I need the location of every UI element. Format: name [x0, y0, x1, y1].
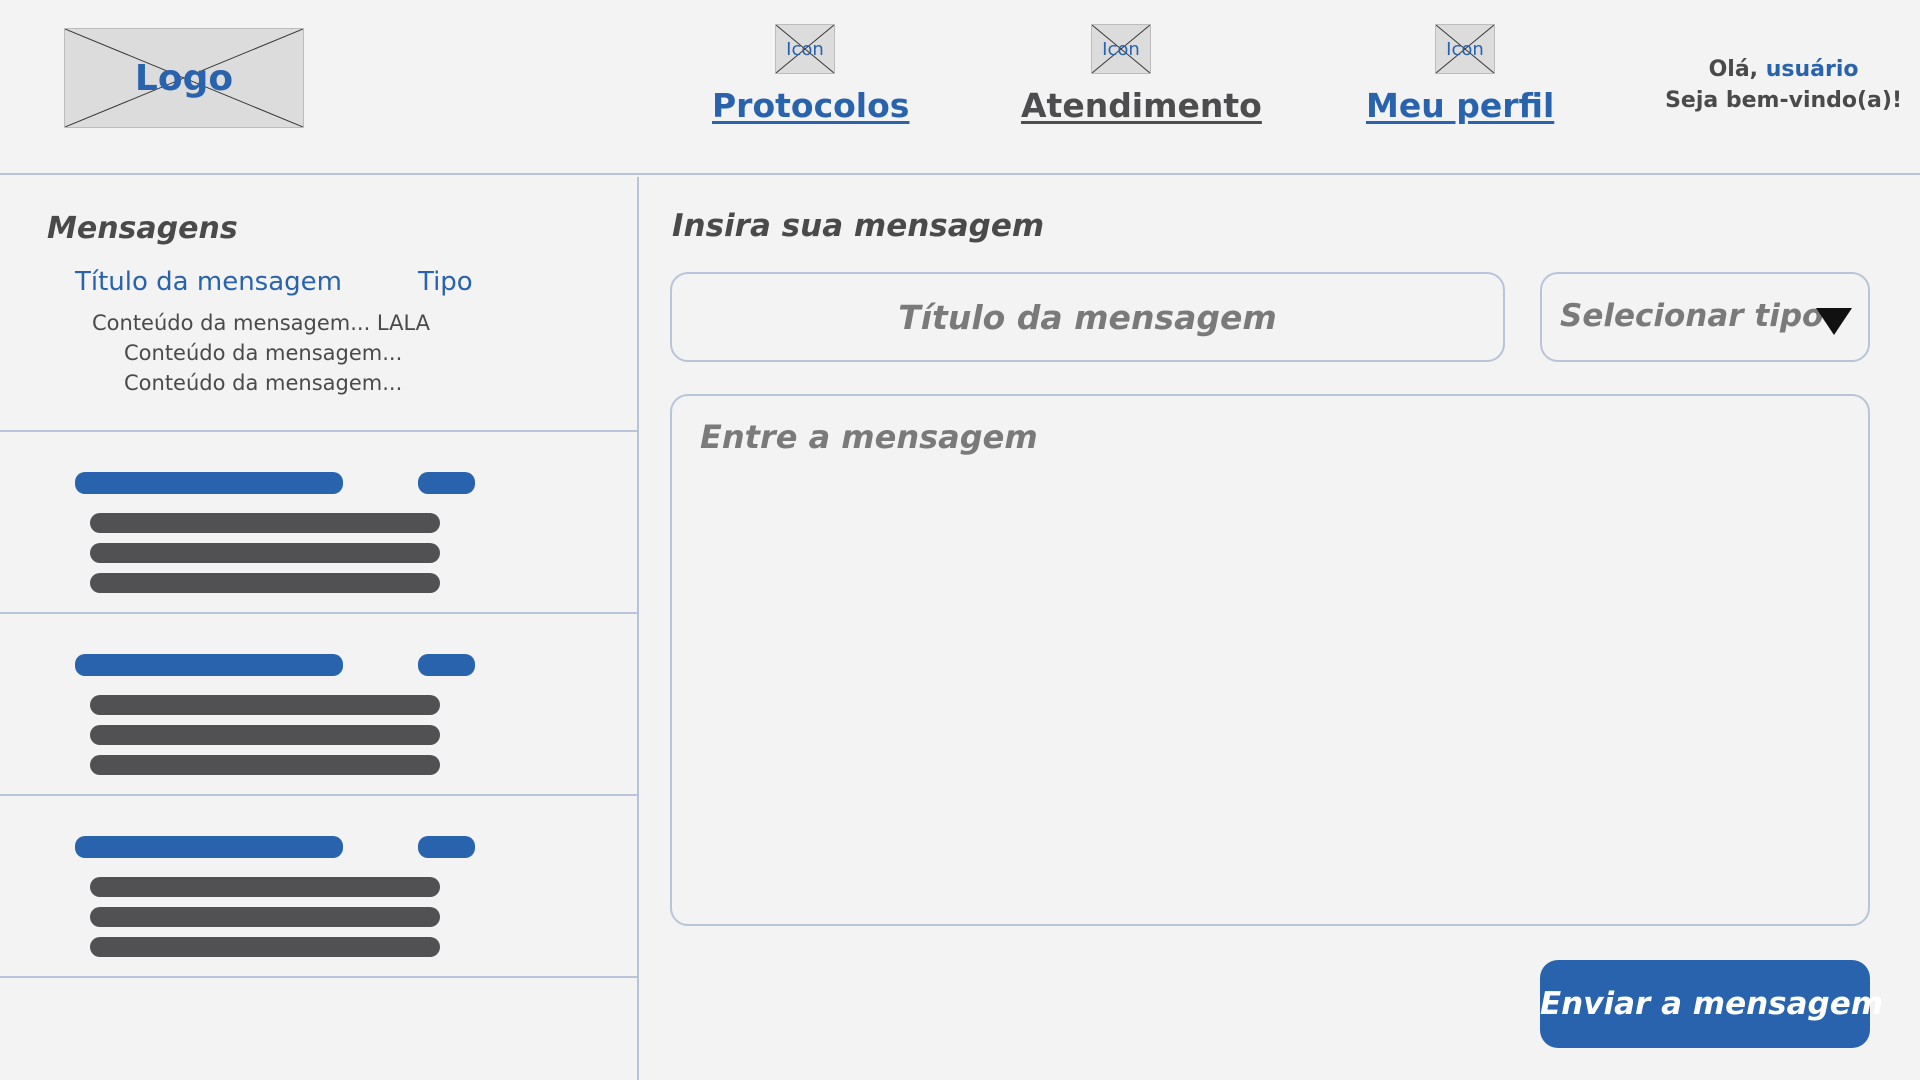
greeting-line: Olá, usuário	[1665, 54, 1902, 85]
placeholder-type-bar	[418, 836, 475, 858]
protocolos-icon-label: Icon	[786, 38, 824, 60]
placeholder-type-bar	[418, 472, 475, 494]
nav-meu-perfil[interactable]: Icon Meu perfil	[1366, 24, 1554, 134]
message-body-textarea[interactable]	[670, 394, 1870, 926]
top-header: Logo Icon Protocolos Icon Atendimento Ic…	[0, 0, 1920, 175]
perfil-icon: Icon	[1435, 24, 1495, 74]
placeholder-title-bar	[75, 654, 343, 676]
compose-title: Insira sua mensagem	[672, 208, 1045, 244]
message-content-line: Conteúdo da mensagem...	[124, 341, 403, 365]
nav-atendimento-label[interactable]: Atendimento	[1021, 86, 1262, 125]
message-list-item-placeholder[interactable]	[0, 614, 637, 796]
nav-meu-perfil-label[interactable]: Meu perfil	[1366, 86, 1554, 125]
type-select-placeholder: Selecionar tipo	[1560, 298, 1824, 334]
send-message-button[interactable]: Enviar a mensagem	[1540, 960, 1883, 1048]
nav-protocolos-label[interactable]: Protocolos	[712, 86, 909, 125]
message-content-line: Conteúdo da mensagem... LALA	[92, 311, 431, 335]
nav-protocolos[interactable]: Icon Protocolos	[712, 24, 909, 134]
placeholder-content-bar	[90, 695, 440, 715]
placeholder-content-bar	[90, 513, 440, 533]
placeholder-content-bar	[90, 877, 440, 897]
message-list-item-placeholder[interactable]	[0, 432, 637, 614]
placeholder-title-bar	[75, 836, 343, 858]
message-type: Tipo	[418, 267, 473, 297]
placeholder-content-bar	[90, 573, 440, 593]
message-title: Título da mensagem	[75, 267, 342, 297]
logo-text: Logo	[134, 57, 234, 99]
user-greeting: Olá, usuário Seja bem-vindo(a)!	[1665, 54, 1902, 116]
placeholder-content-bar	[90, 907, 440, 927]
protocolos-icon: Icon	[775, 24, 835, 74]
message-list-item-placeholder[interactable]	[0, 796, 637, 978]
nav-atendimento[interactable]: Icon Atendimento	[1021, 24, 1262, 134]
atendimento-icon: Icon	[1091, 24, 1151, 74]
greeting-hello: Olá,	[1708, 57, 1759, 82]
messages-sidebar: Mensagens Título da mensagem Tipo Conteú…	[0, 177, 639, 1080]
placeholder-content-bar	[90, 543, 440, 563]
placeholder-content-bar	[90, 755, 440, 775]
user-link[interactable]: usuário	[1766, 57, 1859, 82]
perfil-icon-label: Icon	[1446, 38, 1484, 60]
placeholder-type-bar	[418, 654, 475, 676]
atendimento-icon-label: Icon	[1102, 38, 1140, 60]
sidebar-title: Mensagens	[47, 211, 238, 246]
message-content-line: Conteúdo da mensagem...	[124, 371, 403, 395]
caret-down-icon	[1816, 308, 1852, 335]
placeholder-content-bar	[90, 937, 440, 957]
welcome-text: Seja bem-vindo(a)!	[1665, 88, 1902, 113]
logo[interactable]: Logo	[64, 28, 304, 128]
message-type-select[interactable]: Selecionar tipo	[1540, 272, 1870, 362]
message-title-input[interactable]	[670, 272, 1505, 362]
placeholder-title-bar	[75, 472, 343, 494]
placeholder-content-bar	[90, 725, 440, 745]
message-list-item[interactable]: Mensagens Título da mensagem Tipo Conteú…	[0, 177, 637, 432]
